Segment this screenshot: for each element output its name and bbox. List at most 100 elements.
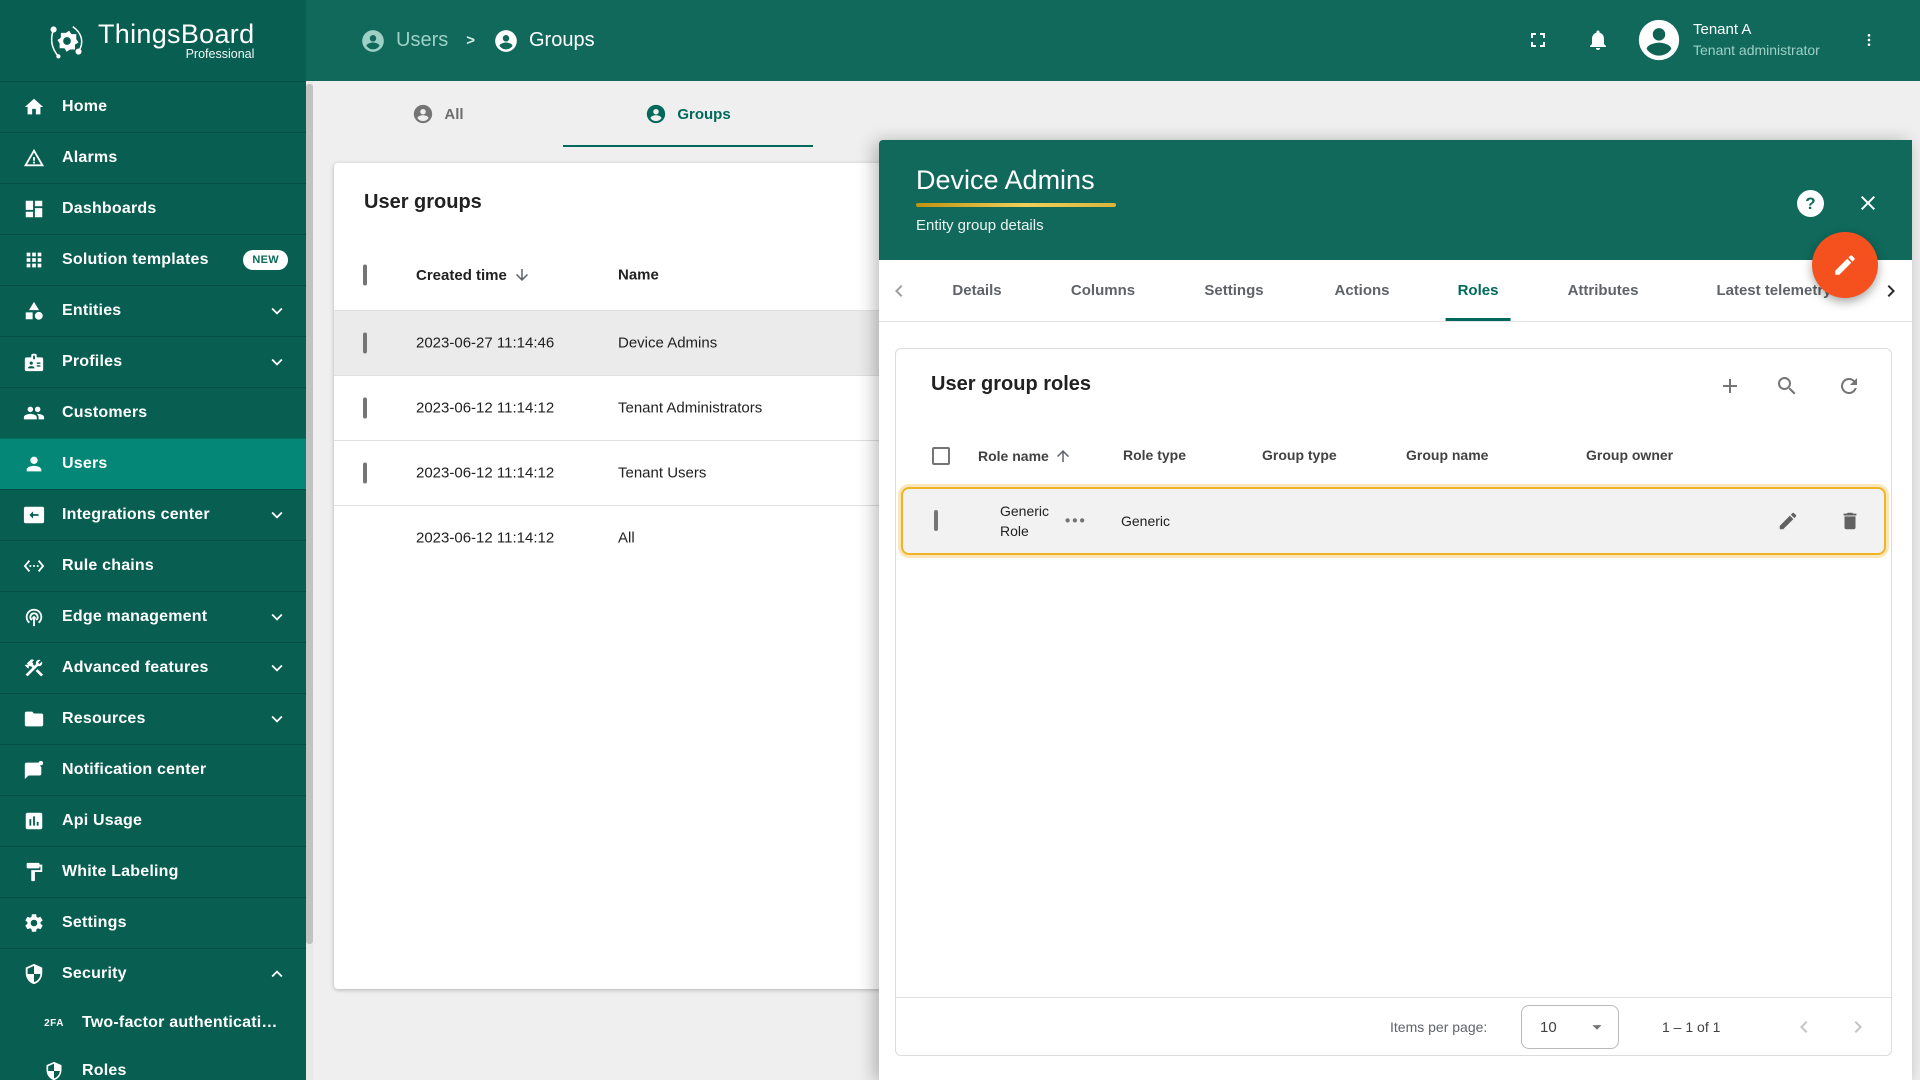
sidebar-item-rule-chains[interactable]: Rule chains — [0, 540, 306, 591]
dropdown-caret-icon — [1586, 1016, 1608, 1038]
search-icon[interactable] — [1775, 374, 1799, 398]
sidebar-item-two-factor-auth[interactable]: 2FA Two-factor authenticati… — [0, 999, 306, 1047]
add-icon[interactable] — [1718, 374, 1742, 398]
sidebar-item-alarms[interactable]: Alarms — [0, 132, 306, 183]
edit-fab-button[interactable] — [1812, 232, 1878, 298]
home-icon — [22, 95, 46, 119]
close-icon[interactable] — [1856, 191, 1880, 215]
sidebar-item-solution-templates[interactable]: Solution templates NEW — [0, 234, 306, 285]
alarm-warning-icon — [22, 146, 46, 170]
thingsboard-app: ThingsBoard Professional Home Alarms Das… — [0, 0, 1920, 1080]
panel-subtitle: Entity group details — [916, 217, 1912, 234]
tab-details[interactable]: Details — [952, 260, 1001, 321]
tab-attributes[interactable]: Attributes — [1568, 260, 1639, 321]
column-group-owner[interactable]: Group owner — [1586, 447, 1673, 463]
folder-icon — [22, 707, 46, 731]
chevron-down-icon — [266, 708, 288, 730]
role-row-generic-role[interactable]: Generic Role ••• Generic — [901, 487, 1886, 555]
user-icon — [22, 452, 46, 476]
breadcrumb-users-link[interactable]: Users — [360, 28, 448, 54]
tab-roles[interactable]: Roles — [1458, 260, 1499, 321]
sidebar-item-security[interactable]: Security — [0, 948, 306, 999]
sidebar-scrollbar[interactable] — [306, 81, 313, 1080]
chevron-down-icon — [266, 351, 288, 373]
edge-antenna-icon — [22, 605, 46, 629]
next-page-icon[interactable] — [1846, 1015, 1870, 1039]
sidebar-item-users[interactable]: Users — [0, 438, 306, 489]
column-created-time[interactable]: Created time — [416, 266, 531, 284]
account-circle-icon — [360, 28, 386, 54]
chevron-down-icon — [266, 657, 288, 679]
breadcrumb-separator: > — [466, 32, 475, 49]
tab-all[interactable]: All — [313, 81, 563, 147]
current-user[interactable]: Tenant A Tenant administrator — [1693, 20, 1820, 60]
notifications-bell-icon[interactable] — [1586, 28, 1610, 52]
sidebar-scrollbar-thumb[interactable] — [306, 84, 313, 944]
select-all-checkbox[interactable] — [363, 265, 367, 286]
chevron-down-icon — [266, 300, 288, 322]
pencil-icon — [1832, 252, 1858, 278]
row-menu-dots-icon[interactable]: ••• — [1065, 513, 1091, 530]
role-row-checkbox[interactable] — [934, 510, 938, 531]
edit-pencil-icon[interactable] — [1777, 510, 1799, 532]
notification-bubble-icon — [22, 758, 46, 782]
column-group-type[interactable]: Group type — [1262, 447, 1337, 463]
sidebar-item-notification-center[interactable]: Notification center — [0, 744, 306, 795]
roles-select-all-checkbox[interactable] — [932, 447, 950, 465]
role-type-cell: Generic — [1121, 513, 1170, 529]
sidebar-item-resources[interactable]: Resources — [0, 693, 306, 744]
tab-settings[interactable]: Settings — [1204, 260, 1263, 321]
profiles-icon — [22, 350, 46, 374]
column-name[interactable]: Name — [618, 267, 659, 284]
delete-trash-icon[interactable] — [1839, 510, 1861, 532]
avatar[interactable] — [1637, 18, 1681, 62]
tabs-scroll-right-icon[interactable] — [1879, 279, 1903, 303]
items-per-page-select[interactable]: 10 — [1521, 1005, 1619, 1049]
chart-box-icon — [22, 809, 46, 833]
rule-chains-icon — [22, 554, 46, 578]
user-groups-title: User groups — [364, 191, 482, 214]
tab-groups[interactable]: Groups — [563, 81, 813, 147]
more-vert-icon[interactable] — [1861, 28, 1877, 52]
column-role-name[interactable]: Role name — [978, 447, 1072, 465]
row-checkbox[interactable] — [363, 333, 367, 354]
tab-columns[interactable]: Columns — [1071, 260, 1135, 321]
fullscreen-icon[interactable] — [1526, 28, 1550, 52]
tabs-scroll-left-icon[interactable] — [887, 279, 911, 303]
tools-icon — [22, 656, 46, 680]
sidebar-item-customers[interactable]: Customers — [0, 387, 306, 438]
sort-asc-arrow-icon — [1054, 447, 1072, 465]
sidebar-item-api-usage[interactable]: Api Usage — [0, 795, 306, 846]
page-range-text: 1 – 1 of 1 — [1662, 1019, 1720, 1035]
sidebar-item-home[interactable]: Home — [0, 81, 306, 132]
entities-icon — [22, 299, 46, 323]
sidebar-item-entities[interactable]: Entities — [0, 285, 306, 336]
sidebar-item-dashboards[interactable]: Dashboards — [0, 183, 306, 234]
shield-icon — [22, 962, 46, 986]
grid-icon — [22, 248, 46, 272]
sidebar-item-settings[interactable]: Settings — [0, 897, 306, 948]
sidebar-item-advanced-features[interactable]: Advanced features — [0, 642, 306, 693]
refresh-icon[interactable] — [1837, 374, 1861, 398]
sidebar-item-integrations-center[interactable]: Integrations center — [0, 489, 306, 540]
integrations-icon — [22, 503, 46, 527]
title-underline — [916, 203, 1116, 207]
thingsboard-logo-icon — [44, 18, 90, 64]
row-checkbox[interactable] — [363, 398, 367, 419]
sidebar-item-edge-management[interactable]: Edge management — [0, 591, 306, 642]
help-icon[interactable]: ? — [1797, 190, 1824, 217]
sidebar-item-profiles[interactable]: Profiles — [0, 336, 306, 387]
shield-icon — [42, 1059, 66, 1080]
account-circle-icon — [493, 28, 519, 54]
row-checkbox[interactable] — [363, 463, 367, 484]
column-role-type[interactable]: Role type — [1123, 447, 1186, 463]
brand-logo[interactable]: ThingsBoard Professional — [0, 0, 306, 81]
sidebar-item-roles[interactable]: Roles — [0, 1047, 306, 1080]
tab-actions[interactable]: Actions — [1334, 260, 1389, 321]
gear-icon — [22, 911, 46, 935]
column-group-name[interactable]: Group name — [1406, 447, 1488, 463]
chevron-down-icon — [266, 504, 288, 526]
prev-page-icon[interactable] — [1792, 1015, 1816, 1039]
sidebar-item-white-labeling[interactable]: White Labeling — [0, 846, 306, 897]
breadcrumb-groups-current[interactable]: Groups — [493, 28, 595, 54]
